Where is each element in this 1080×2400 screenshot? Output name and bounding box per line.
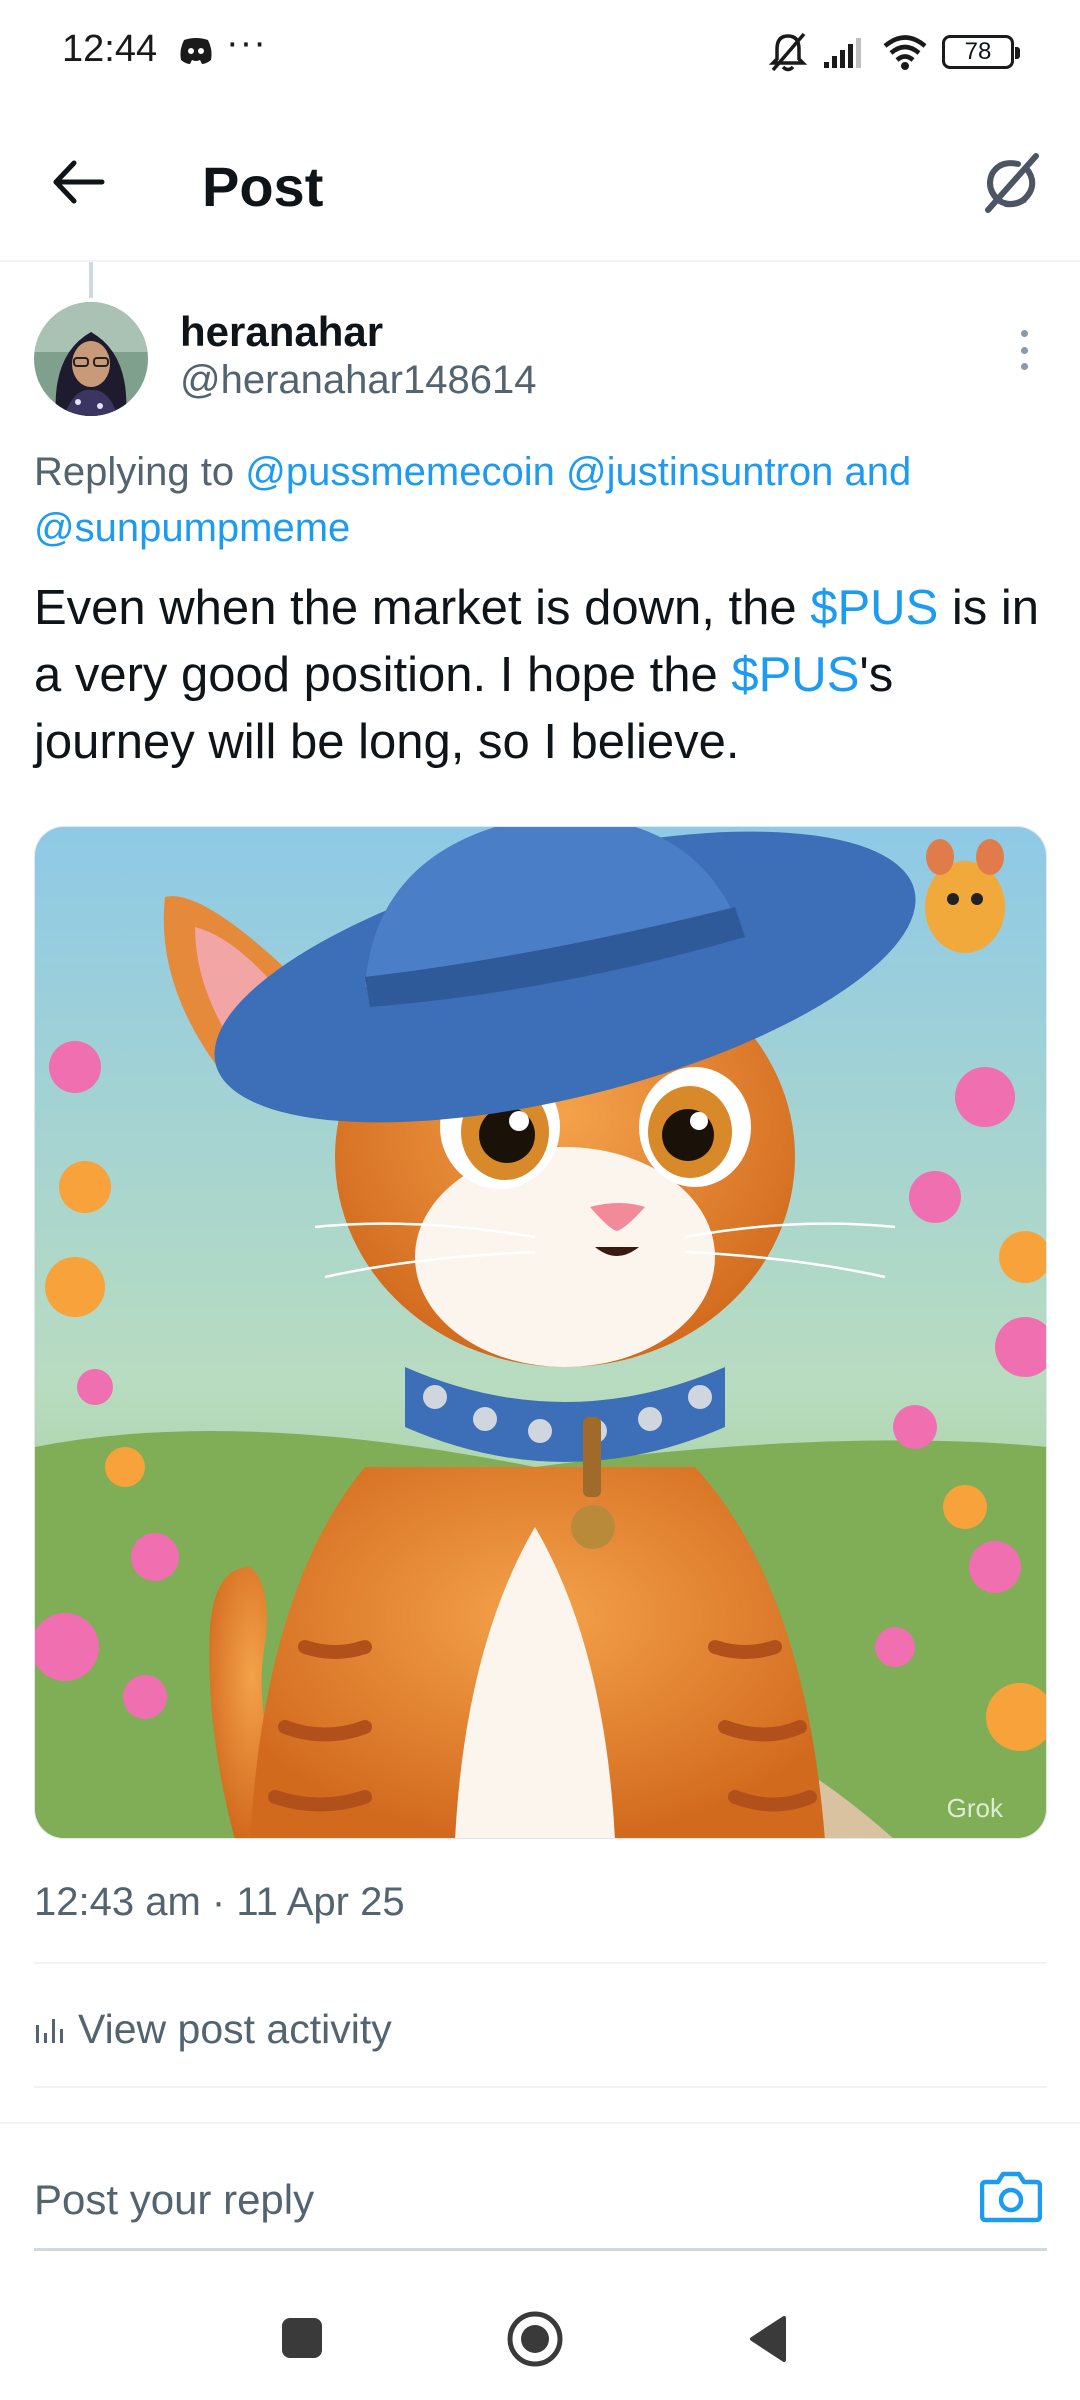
reply-input[interactable] (34, 2168, 934, 2232)
mention-link[interactable]: @pussmemecoin (245, 450, 555, 494)
back-triangle-button[interactable] (746, 2314, 788, 2364)
wifi-icon (883, 35, 927, 70)
author-name[interactable]: heranahar (180, 308, 383, 356)
grok-icon[interactable] (978, 150, 1044, 216)
reply-input-underline (34, 2248, 1047, 2251)
author-handle[interactable]: @heranahar148614 (180, 358, 536, 403)
avatar[interactable] (34, 302, 148, 416)
signal-icon (824, 38, 861, 68)
cat-illustration: Grok (35, 827, 1046, 1838)
avatar-image (34, 302, 148, 416)
mention-link[interactable]: @justinsuntron (566, 450, 833, 494)
status-icons: 78 (768, 30, 1020, 74)
home-button[interactable] (506, 2310, 564, 2368)
notification-overflow-icon: ··· (226, 22, 267, 64)
recent-apps-button[interactable] (282, 2318, 322, 2358)
page-title: Post (202, 155, 324, 218)
top-app-bar: Post (0, 104, 1080, 262)
image-watermark: Grok (947, 1793, 1004, 1823)
post-text: Even when the market is down, the $PUS i… (34, 575, 1050, 776)
bar-chart-icon (36, 2019, 63, 2043)
post-image[interactable]: Grok (34, 826, 1047, 1839)
view-post-activity-label: View post activity (78, 2005, 392, 2052)
replying-prefix: Replying to (34, 450, 235, 494)
camera-icon[interactable] (980, 2168, 1042, 2224)
cashtag-link[interactable]: $PUS (810, 581, 938, 635)
reply-bar-separator (0, 2122, 1080, 2124)
status-time: 12:44 (62, 28, 158, 70)
divider (34, 1962, 1047, 1964)
mention-conjunction[interactable]: and (845, 450, 912, 494)
post-timestamp: 12:43 am · 11 Apr 25 (34, 1880, 405, 1924)
divider (34, 2086, 1047, 2088)
battery-indicator: 78 (942, 35, 1020, 69)
more-options-icon[interactable] (1008, 330, 1040, 370)
battery-level: 78 (964, 38, 992, 65)
status-bar: 12:44 ··· 78 (0, 0, 1080, 104)
system-navigation-bar (0, 2270, 1080, 2400)
bell-off-icon (768, 32, 808, 72)
arrow-left-icon[interactable] (48, 152, 108, 212)
mention-link[interactable]: @sunpumpmeme (34, 506, 350, 550)
post-text-segment: Even when the market is down, the (34, 581, 811, 635)
view-post-activity[interactable]: View post activity (34, 1994, 392, 2064)
cashtag-link[interactable]: $PUS (731, 648, 859, 702)
thread-connector (89, 262, 93, 298)
replying-to: Replying to @pussmemecoin @justinsuntron… (34, 444, 1044, 556)
discord-icon (180, 38, 212, 64)
